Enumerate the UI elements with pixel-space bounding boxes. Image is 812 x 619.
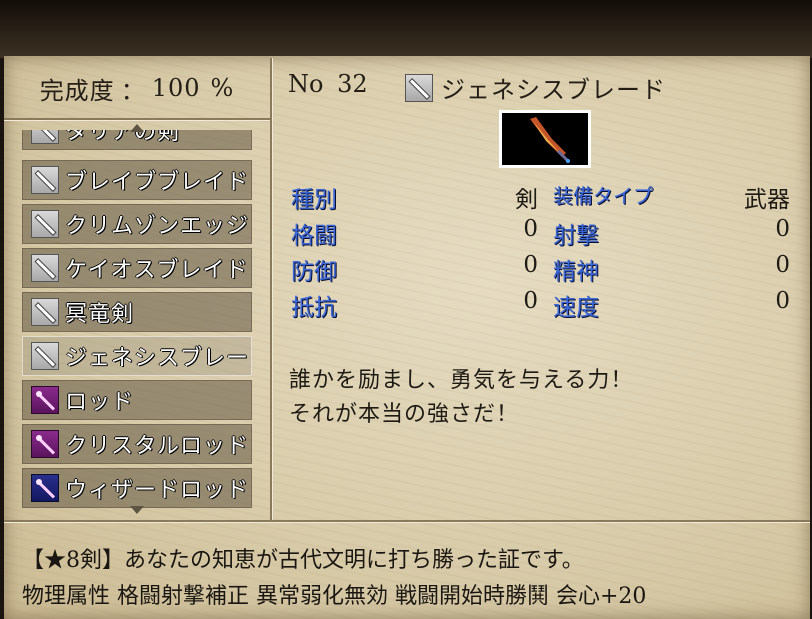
scroll-up-arrow-icon[interactable] bbox=[130, 124, 144, 132]
sword-icon bbox=[31, 210, 59, 238]
sword-icon bbox=[31, 254, 59, 282]
item-name: ジェネシスブレード bbox=[441, 76, 666, 104]
stat-resist-value: 0 bbox=[523, 288, 538, 314]
stat-defense-key: 防御 bbox=[291, 259, 337, 285]
list-item-label: ウィザードロッド bbox=[65, 478, 250, 503]
weapon-portrait bbox=[499, 110, 591, 168]
item-list[interactable]: タリアの剣 ブレイブブレイド クリムゾンエッジ ケイオスブレイド 冥竜剣 ジェネ… bbox=[22, 130, 252, 510]
rod-icon bbox=[31, 430, 59, 458]
list-item-label: ロッド bbox=[65, 390, 135, 415]
stat-shoot-value: 0 bbox=[775, 216, 790, 242]
footer-traits: 物理属性 格闘射撃補正 異常弱化無効 戦闘開始時勝鬨 会心+20 bbox=[22, 584, 647, 609]
list-item-crimson-edge[interactable]: クリムゾンエッジ bbox=[22, 204, 252, 244]
completion-rate: 完成度 ： 100 % bbox=[4, 58, 270, 118]
item-number: No 32 bbox=[288, 70, 368, 98]
list-item-taria-sword[interactable]: タリアの剣 bbox=[22, 130, 252, 150]
list-item-label: ジェネシスブレード bbox=[65, 346, 252, 371]
stat-melee-key: 格闘 bbox=[291, 223, 337, 249]
list-item-label: ブレイブブレイド bbox=[65, 170, 250, 195]
stat-spirit-key: 精神 bbox=[553, 259, 599, 285]
stat-shoot-key: 射撃 bbox=[553, 223, 599, 249]
stat-melee-value: 0 bbox=[523, 216, 538, 242]
item-number-label: No bbox=[288, 70, 324, 98]
sword-icon bbox=[31, 166, 59, 194]
list-item-wizard-rod[interactable]: ウィザードロッド bbox=[22, 468, 252, 508]
sword-icon bbox=[31, 342, 59, 370]
scroll-down-arrow-icon[interactable] bbox=[130, 506, 144, 514]
stat-type-key: 種別 bbox=[291, 187, 337, 213]
sword-icon bbox=[405, 73, 433, 102]
footer-flavor-text: 【★8剣】あなたの知恵が古代文明に打ち勝った証です。 bbox=[22, 548, 584, 573]
list-item-label: 冥竜剣 bbox=[65, 302, 135, 327]
stat-defense-value: 0 bbox=[523, 252, 538, 278]
list-item-rod[interactable]: ロッド bbox=[22, 380, 252, 420]
list-item-chaos-blade[interactable]: ケイオスブレイド bbox=[22, 248, 252, 288]
item-title: ジェネシスブレード bbox=[405, 70, 666, 105]
divider-left-top bbox=[4, 118, 270, 120]
list-item-crystal-rod[interactable]: クリスタルロッド bbox=[22, 424, 252, 464]
list-item-brave-blade[interactable]: ブレイブブレイド bbox=[22, 160, 252, 200]
list-item-dark-dragon-sword[interactable]: 冥竜剣 bbox=[22, 292, 252, 332]
divider-footer bbox=[4, 520, 810, 522]
list-item-label: クリムゾンエッジ bbox=[65, 214, 250, 239]
description-line-2: それが本当の強さだ！ bbox=[289, 402, 520, 427]
completion-separator: ： bbox=[120, 76, 146, 105]
sword-icon bbox=[31, 298, 59, 326]
list-item-label: ケイオスブレイド bbox=[65, 258, 249, 283]
stat-speed-key: 速度 bbox=[553, 295, 599, 321]
stat-resist-key: 抵抗 bbox=[291, 295, 337, 321]
rod-icon bbox=[31, 474, 59, 502]
completion-unit: % bbox=[210, 74, 235, 102]
list-item-label: クリスタルロッド bbox=[65, 434, 250, 459]
stat-equip-value: 武器 bbox=[744, 187, 790, 213]
description-line-1: 誰かを励まし、勇気を与える力！ bbox=[289, 368, 634, 393]
top-shadow-bar bbox=[0, 0, 812, 58]
blade-icon bbox=[530, 117, 570, 163]
stat-spirit-value: 0 bbox=[775, 252, 790, 278]
stat-speed-value: 0 bbox=[775, 288, 790, 314]
completion-value: 100 bbox=[151, 74, 201, 102]
item-number-value: 32 bbox=[337, 70, 368, 98]
completion-label: 完成度 bbox=[39, 76, 115, 105]
divider-vertical bbox=[270, 58, 272, 520]
rod-icon bbox=[31, 386, 59, 414]
stat-equip-key: 装備タイプ bbox=[553, 184, 653, 208]
sword-icon bbox=[31, 130, 59, 144]
list-item-label: タリアの剣 bbox=[65, 130, 181, 145]
list-item-genesis-blade[interactable]: ジェネシスブレード bbox=[22, 336, 252, 376]
stat-type-value: 剣 bbox=[515, 187, 538, 213]
